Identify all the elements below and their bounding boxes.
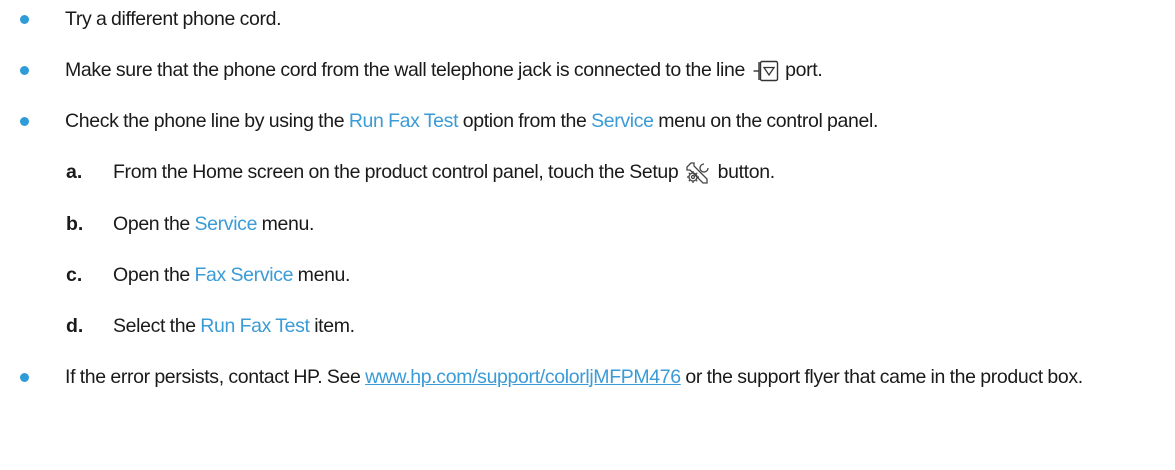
step-text: Select the (113, 315, 201, 337)
step-text: button. (717, 161, 776, 183)
bullet-text: Make sure that the phone cord from the w… (65, 59, 745, 81)
bullet-text: Check the phone line by using the (65, 110, 349, 132)
bullet-point (20, 15, 29, 24)
step-text: Open the (113, 213, 195, 235)
bullet-text: If the error persists, contact HP. See (65, 366, 366, 388)
bullet-text: option from the (458, 110, 592, 132)
step-letter: a. (66, 161, 83, 183)
line-port-icon (753, 60, 779, 82)
run-fax-test-link[interactable]: Run Fax Test (200, 315, 310, 337)
support-url-link[interactable]: www.hp.com/support/colorljMFPM476 (365, 366, 681, 388)
bullet-item-run-fax-test: Check the phone line by using the Run Fa… (65, 108, 878, 135)
bullet-point (20, 373, 29, 382)
setup-wrench-icon (685, 161, 711, 185)
bullet-item-try-cord: Try a different phone cord. (65, 6, 282, 33)
service-menu-link[interactable]: Service (195, 213, 258, 235)
bullet-point (20, 117, 29, 126)
step-text: From the Home screen on the product cont… (113, 161, 679, 183)
step-item-b: Open the Service menu. (113, 211, 314, 238)
step-letter: c. (66, 264, 83, 286)
step-text: Open the (113, 264, 195, 286)
bullet-text: menu on the control panel. (653, 110, 879, 132)
bullet-point (20, 66, 29, 75)
run-fax-test-link[interactable]: Run Fax Test (349, 110, 459, 132)
service-menu-link[interactable]: Service (591, 110, 654, 132)
step-text: menu. (257, 213, 315, 235)
troubleshooting-document: Try a different phone cord. Make sure th… (0, 0, 1175, 470)
bullet-text: or the support flyer that came in the pr… (680, 366, 1083, 388)
bullet-text: Try a different phone cord. (65, 8, 282, 30)
step-letter: d. (66, 315, 84, 337)
step-item-c: Open the Fax Service menu. (113, 262, 350, 289)
bullet-item-contact-hp: If the error persists, contact HP. See w… (65, 364, 1145, 391)
step-item-a: From the Home screen on the product cont… (113, 159, 775, 186)
bullet-item-check-cord: Make sure that the phone cord from the w… (65, 57, 823, 84)
step-item-d: Select the Run Fax Test item. (113, 313, 355, 340)
step-text: menu. (293, 264, 351, 286)
step-text: item. (309, 315, 355, 337)
fax-service-menu-link[interactable]: Fax Service (195, 264, 294, 286)
step-letter: b. (66, 213, 84, 235)
bullet-text: port. (785, 59, 823, 81)
